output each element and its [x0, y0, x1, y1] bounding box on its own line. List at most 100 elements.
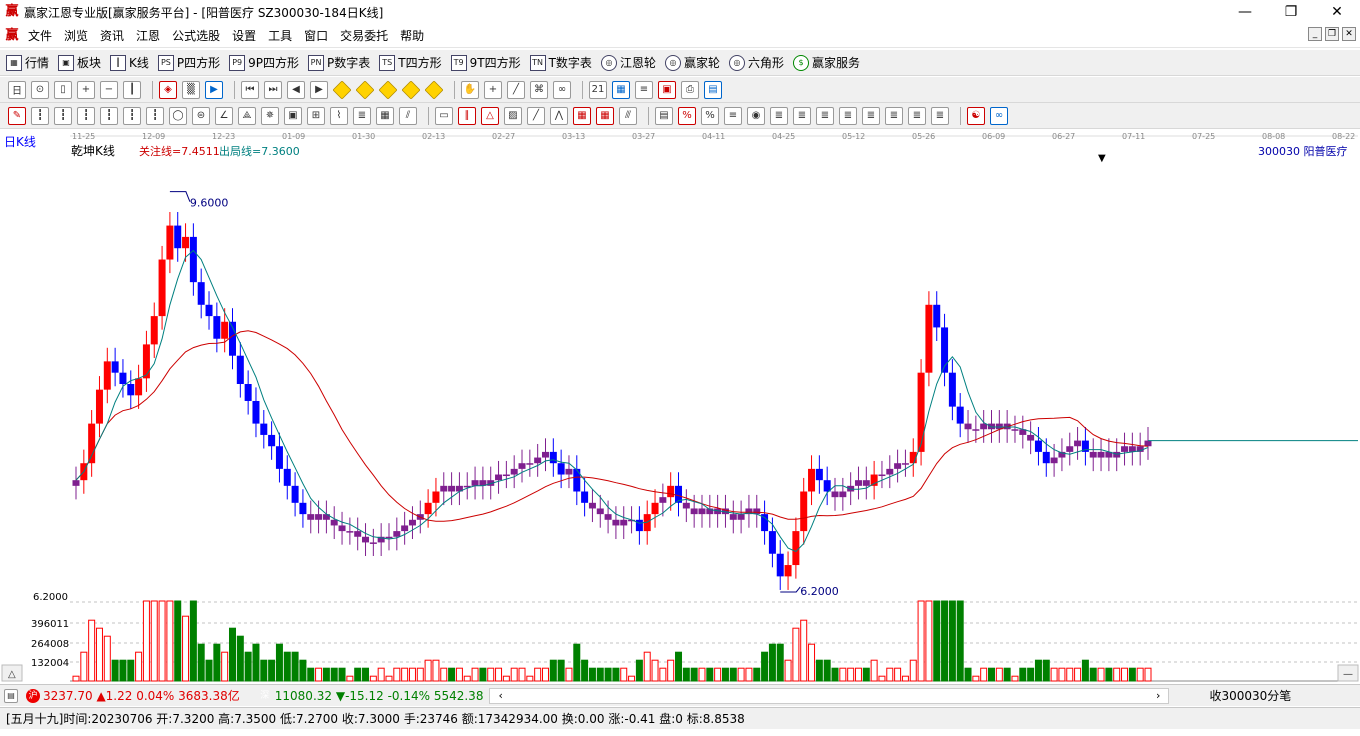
levels-2-icon[interactable]: ≣ — [770, 106, 788, 125]
calendar-icon[interactable]: 21 — [589, 80, 607, 99]
notes-icon[interactable]: ≡ — [635, 80, 653, 99]
kline-chart[interactable]: 11-25 12-09 12-23 01-09 01-30 02-13 02-27 03-13… — [0, 129, 1360, 683]
gann-tool-icon[interactable]: ⊞ — [307, 106, 325, 125]
crosshair-icon[interactable]: + — [484, 80, 502, 99]
parallel-icon[interactable]: ∥ — [458, 106, 476, 125]
hatch-icon[interactable]: ▨ — [504, 106, 522, 125]
levels-3-icon[interactable]: ≣ — [793, 106, 811, 125]
box-grid-icon[interactable]: ▦ — [573, 106, 591, 125]
hand-icon[interactable]: ✋ — [461, 80, 479, 99]
minimize-button[interactable]: — — [1222, 0, 1268, 24]
toolbar-9p-square-button[interactable]: P9 9P四方形 — [229, 54, 299, 71]
pen-icon[interactable]: ✎ — [8, 106, 26, 125]
export-icon[interactable]: ▤ — [704, 80, 722, 99]
mdi-restore-button[interactable]: ❐ — [1325, 27, 1339, 41]
toolbar-gann-wheel-button[interactable]: ◎ 江恩轮 — [600, 54, 656, 71]
percent-icon[interactable]: % — [701, 106, 719, 125]
diamond-5-icon[interactable] — [424, 79, 444, 100]
diagonal-icon[interactable]: ⫻ — [619, 106, 637, 125]
toolbar-quotes-button[interactable]: ▦ 行情 — [6, 54, 49, 71]
toolbar-hexagon-button[interactable]: ◎ 六角形 — [728, 54, 784, 71]
infinity-icon[interactable]: ∞ — [990, 106, 1008, 125]
menu-window[interactable]: 窗口 — [298, 27, 334, 44]
menu-trade[interactable]: 交易委托 — [334, 27, 394, 44]
cursor-icon[interactable]: ⊙ — [31, 80, 49, 99]
bars-5-icon[interactable]: ┇ — [123, 106, 141, 125]
bars-3-icon[interactable]: ┇ — [77, 106, 95, 125]
diamond-4-icon[interactable] — [401, 79, 421, 100]
toolbar-sectors-button[interactable]: ▣ 板块 — [58, 54, 101, 71]
link-icon[interactable]: ∞ — [553, 80, 571, 99]
bars-2-icon[interactable]: ┇ — [54, 106, 72, 125]
levels-9-icon[interactable]: ≣ — [931, 106, 949, 125]
level-icon[interactable]: ≡ — [724, 106, 742, 125]
period-select-icon[interactable]: 日 — [8, 80, 26, 99]
maximize-button[interactable]: ❐ — [1268, 0, 1314, 24]
first-page-icon[interactable]: ⏮ — [241, 80, 259, 99]
fan-tool-icon[interactable]: ⟁ — [238, 106, 256, 125]
ellipse-tool-icon[interactable]: ⊜ — [192, 106, 210, 125]
menu-file[interactable]: 文件 — [22, 27, 58, 44]
tick-collect-label[interactable]: 收300030分笔 — [1209, 687, 1291, 704]
trend-line-icon[interactable]: ╱ — [527, 106, 545, 125]
angle-tool-icon[interactable]: ∠ — [215, 106, 233, 125]
diamond-3-icon[interactable] — [378, 79, 398, 100]
line-tool-icon[interactable]: ╱ — [507, 80, 525, 99]
fib-tool-icon[interactable]: ≣ — [353, 106, 371, 125]
box-grid-2-icon[interactable]: ▦ — [596, 106, 614, 125]
ratio-icon[interactable]: % — [678, 106, 696, 125]
channel-tool-icon[interactable]: ⫽ — [399, 106, 417, 125]
diamond-1-icon[interactable] — [332, 79, 352, 100]
wave-tool-icon[interactable]: ⌇ — [330, 106, 348, 125]
scroll-left-icon[interactable]: ‹ — [498, 689, 502, 702]
table-icon[interactable]: ▤ — [655, 106, 673, 125]
horizontal-scrollbar[interactable]: ‹ › — [489, 687, 1170, 704]
menu-tools[interactable]: 工具 — [262, 27, 298, 44]
chart-canvas[interactable]: 11-25 12-09 12-23 01-09 01-30 02-13 02-27 03-13… — [0, 129, 1360, 683]
calculator-icon[interactable]: ▦ — [612, 80, 630, 99]
toolbar-t-number-button[interactable]: TN T数字表 — [529, 54, 592, 71]
menu-settings[interactable]: 设置 — [226, 27, 262, 44]
rect-tool-icon[interactable]: ▭ — [435, 106, 453, 125]
list-icon[interactable]: ▤ — [4, 688, 18, 703]
bars-4-icon[interactable]: ┇ — [100, 106, 118, 125]
yinyang-icon[interactable]: ☯ — [967, 106, 985, 125]
menu-gann[interactable]: 江恩 — [130, 27, 166, 44]
bars-1-icon[interactable]: ┇ — [31, 106, 49, 125]
menu-info[interactable]: 资讯 — [94, 27, 130, 44]
overlay-icon[interactable]: ▶ — [205, 80, 223, 99]
toolbar-service-button[interactable]: $ 赢家服务 — [792, 54, 860, 71]
zoom-in-icon[interactable]: + — [77, 80, 95, 99]
step-back-icon[interactable]: ◀ — [287, 80, 305, 99]
pattern-icon[interactable]: ▒ — [182, 80, 200, 99]
menu-help[interactable]: 帮助 — [394, 27, 430, 44]
page-icon[interactable]: ▯ — [54, 80, 72, 99]
gift-icon[interactable]: ⌘ — [530, 80, 548, 99]
toolbar-p-square-button[interactable]: PS P四方形 — [157, 54, 220, 71]
square-tool-icon[interactable]: ▣ — [284, 106, 302, 125]
save-icon[interactable]: ▣ — [658, 80, 676, 99]
candle-type-icon[interactable]: ┃ — [123, 80, 141, 99]
levels-4-icon[interactable]: ≣ — [816, 106, 834, 125]
grid-tool-icon[interactable]: ▦ — [376, 106, 394, 125]
mdi-minimize-button[interactable]: _ — [1308, 27, 1322, 41]
levels-7-icon[interactable]: ≣ — [885, 106, 903, 125]
close-button[interactable]: ✕ — [1314, 0, 1360, 24]
compass-icon[interactable]: ✵ — [261, 106, 279, 125]
triangle-icon[interactable]: △ — [481, 106, 499, 125]
levels-8-icon[interactable]: ≣ — [908, 106, 926, 125]
levels-6-icon[interactable]: ≣ — [862, 106, 880, 125]
levels-5-icon[interactable]: ≣ — [839, 106, 857, 125]
toolbar-winner-wheel-button[interactable]: ◎ 赢家轮 — [664, 54, 720, 71]
toolbar-t-square-button[interactable]: TS T四方形 — [379, 54, 442, 71]
scroll-right-icon[interactable]: › — [1156, 689, 1160, 702]
toolbar-kline-button[interactable]: ┃ K线 — [110, 54, 149, 71]
mdi-close-button[interactable]: ✕ — [1342, 27, 1356, 41]
diamond-2-icon[interactable] — [355, 79, 375, 100]
step-forward-icon[interactable]: ▶ — [310, 80, 328, 99]
polyline-icon[interactable]: ⋀ — [550, 106, 568, 125]
last-page-icon[interactable]: ⏭ — [264, 80, 282, 99]
mdi-logo-icon[interactable]: 赢 — [4, 28, 20, 44]
print-icon[interactable]: ⎙ — [681, 80, 699, 99]
menu-browse[interactable]: 浏览 — [58, 27, 94, 44]
